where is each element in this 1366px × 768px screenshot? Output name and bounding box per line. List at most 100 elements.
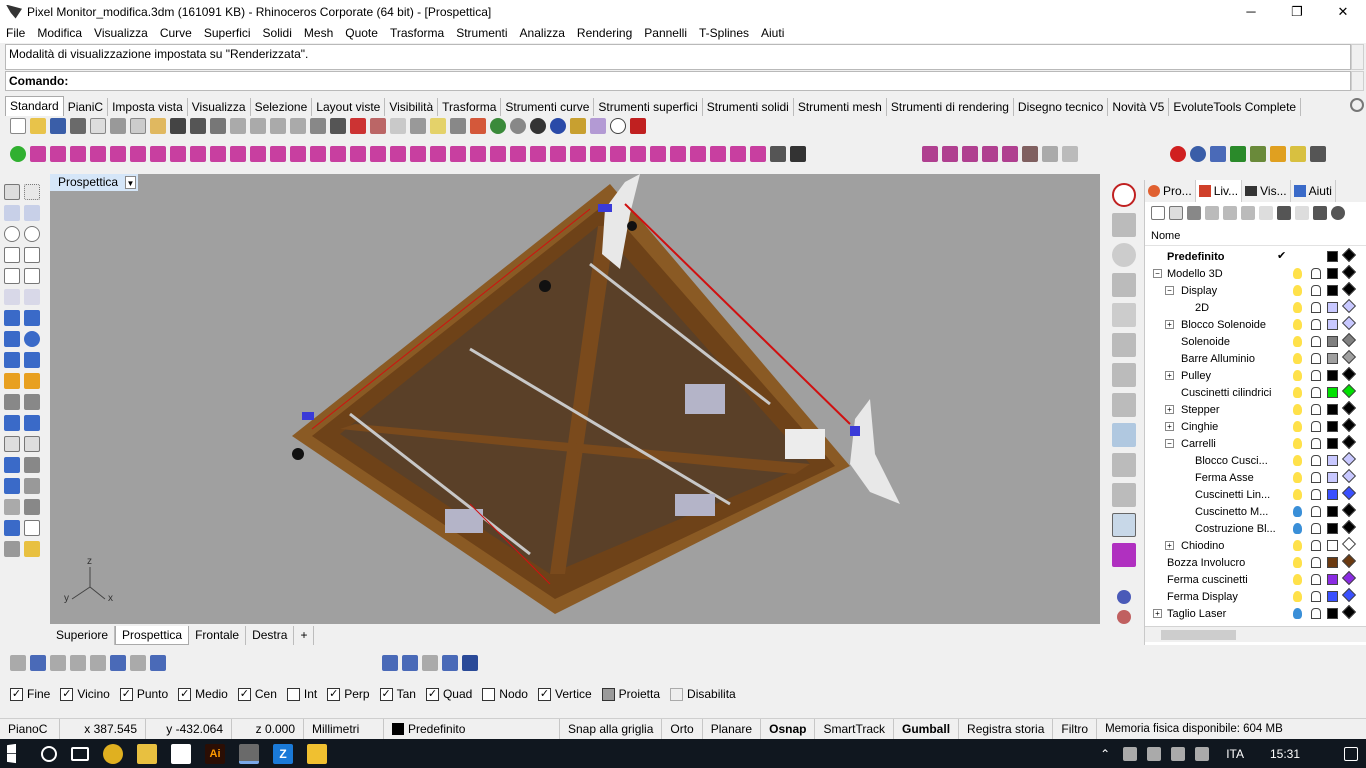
- unlock-icon[interactable]: [1311, 404, 1321, 415]
- battery-icon[interactable]: [1147, 746, 1162, 761]
- visibility-bulb-icon[interactable]: [1293, 268, 1302, 279]
- solid-tool-3-icon[interactable]: [422, 655, 438, 671]
- cube-view-4-icon[interactable]: [1112, 423, 1136, 447]
- tsplines-crease-icon[interactable]: [410, 146, 426, 162]
- new-layer-icon[interactable]: [1151, 206, 1165, 220]
- expand-icon[interactable]: +: [1165, 422, 1174, 431]
- osnap-proietta[interactable]: Proietta: [601, 687, 660, 701]
- tsplines-pipe-icon[interactable]: [230, 146, 246, 162]
- unlock-icon[interactable]: [1311, 319, 1321, 330]
- material-diamond-icon[interactable]: [1341, 349, 1357, 365]
- polyline-icon[interactable]: [4, 205, 20, 221]
- menu-visualizza[interactable]: Visualizza: [88, 23, 154, 43]
- text-icon[interactable]: [4, 457, 20, 473]
- material-diamond-icon[interactable]: [1341, 553, 1357, 569]
- tsplines-symmetry-icon[interactable]: [510, 146, 526, 162]
- tsplines-append-icon[interactable]: [590, 146, 606, 162]
- expand-icon[interactable]: +: [1165, 371, 1174, 380]
- import-icon[interactable]: [90, 118, 106, 134]
- tsplines-extrude-icon[interactable]: [150, 146, 166, 162]
- layer-row[interactable]: + Taglio Laser: [1145, 604, 1366, 622]
- evolute-refine-icon[interactable]: [942, 146, 958, 162]
- tab-strumenti-solidi[interactable]: Strumenti solidi: [703, 98, 794, 116]
- lock-icon[interactable]: [450, 118, 466, 134]
- layer-row[interactable]: Barre Alluminio: [1145, 349, 1366, 367]
- tsplines-smooth-icon[interactable]: [530, 146, 546, 162]
- visibility-bulb-icon[interactable]: [1293, 455, 1302, 466]
- layer-color-swatch[interactable]: [1327, 455, 1338, 466]
- checkbox[interactable]: ✓: [327, 687, 341, 701]
- trim-icon[interactable]: [4, 394, 20, 410]
- layer-list-icon[interactable]: [1259, 206, 1273, 220]
- unlock-icon[interactable]: [1311, 540, 1321, 551]
- tsplines-loft-icon[interactable]: [170, 146, 186, 162]
- tsplines-edge-icon[interactable]: [310, 146, 326, 162]
- layer-color-swatch[interactable]: [1327, 404, 1338, 415]
- checkbox[interactable]: ✓: [178, 687, 192, 701]
- options-gear-icon[interactable]: [570, 118, 586, 134]
- visibility-bulb-icon[interactable]: [1293, 557, 1302, 568]
- box-solid-icon[interactable]: [4, 331, 20, 347]
- explorer-folder-icon[interactable]: [137, 743, 157, 764]
- checkbox[interactable]: [670, 687, 684, 701]
- tsplines-sphere-icon[interactable]: [50, 146, 66, 162]
- tsplines-patch-icon[interactable]: [270, 146, 286, 162]
- history-toggle-icon[interactable]: [1112, 513, 1136, 537]
- layer-row[interactable]: Bozza Involucro: [1145, 553, 1366, 571]
- tab-disegno-tecnico[interactable]: Disegno tecnico: [1014, 98, 1109, 116]
- tab-help[interactable]: Aiuti: [1291, 180, 1336, 202]
- render-icon[interactable]: [1170, 146, 1186, 162]
- tab-standard[interactable]: Standard: [5, 96, 64, 116]
- toolbar-settings-gear-icon[interactable]: [1350, 98, 1364, 112]
- layer-states-icon[interactable]: [1295, 206, 1309, 220]
- status-planar[interactable]: Planare: [703, 718, 762, 740]
- filter-icon[interactable]: [1277, 206, 1291, 220]
- render-preview-icon[interactable]: [1190, 146, 1206, 162]
- tab-strumenti-curve[interactable]: Strumenti curve: [501, 98, 595, 116]
- history-scrollbar[interactable]: [1351, 44, 1364, 70]
- tab-novita-v5[interactable]: Novità V5: [1108, 98, 1170, 116]
- minimize-button[interactable]: ─: [1228, 0, 1274, 23]
- viewport-dropdown-icon[interactable]: ▼: [125, 176, 136, 189]
- expand-icon[interactable]: +: [1165, 405, 1174, 414]
- visibility-bulb-icon[interactable]: [1293, 472, 1302, 483]
- explode-icon[interactable]: [24, 373, 40, 389]
- unlock-icon[interactable]: [1311, 608, 1321, 619]
- undo-view-icon[interactable]: [310, 118, 326, 134]
- checkbox[interactable]: ✓: [379, 687, 393, 701]
- unlock-icon[interactable]: [1311, 557, 1321, 568]
- checkbox[interactable]: ✓: [119, 687, 133, 701]
- tsplines-revolve-icon[interactable]: [250, 146, 266, 162]
- layer-row[interactable]: + Cinghie: [1145, 417, 1366, 435]
- copy-icon[interactable]: [130, 118, 146, 134]
- osnap-medio[interactable]: ✓ Medio: [178, 687, 228, 701]
- osnap-perp[interactable]: ✓ Perp: [327, 687, 370, 701]
- layer-color-swatch[interactable]: [1327, 506, 1338, 517]
- free-curve-icon[interactable]: [24, 268, 40, 284]
- material-diamond-icon[interactable]: [1341, 315, 1357, 331]
- point-icon[interactable]: [24, 184, 40, 200]
- rectangle-icon[interactable]: [24, 247, 40, 263]
- unlock-icon[interactable]: [1311, 472, 1321, 483]
- menu-aiuti[interactable]: Aiuti: [755, 23, 790, 43]
- sphere-solid-icon[interactable]: [24, 331, 40, 347]
- tab-strumenti-rendering[interactable]: Strumenti di rendering: [887, 98, 1014, 116]
- rhino-taskbar-icon[interactable]: [239, 743, 259, 764]
- manipulator-icon[interactable]: [1112, 273, 1136, 297]
- globe-icon[interactable]: [1112, 243, 1136, 267]
- layer-color-swatch[interactable]: [1327, 336, 1338, 347]
- layer-row[interactable]: + Blocco Solenoide: [1145, 315, 1366, 333]
- world-icon[interactable]: [1117, 590, 1131, 604]
- menu-mesh[interactable]: Mesh: [298, 23, 339, 43]
- tab-properties[interactable]: Pro...: [1145, 180, 1196, 202]
- status-gumball[interactable]: Gumball: [894, 718, 960, 740]
- layer-color-swatch[interactable]: [1327, 319, 1338, 330]
- group-icon[interactable]: [24, 415, 40, 431]
- array-icon[interactable]: [4, 499, 20, 515]
- tsplines-manipulator-icon[interactable]: [770, 146, 786, 162]
- layer-color-swatch[interactable]: [1327, 438, 1338, 449]
- evolute-points-icon[interactable]: [1042, 146, 1058, 162]
- layer-color-swatch[interactable]: [1327, 540, 1338, 551]
- material-diamond-icon[interactable]: [1341, 570, 1357, 586]
- status-units[interactable]: Millimetri: [304, 718, 384, 740]
